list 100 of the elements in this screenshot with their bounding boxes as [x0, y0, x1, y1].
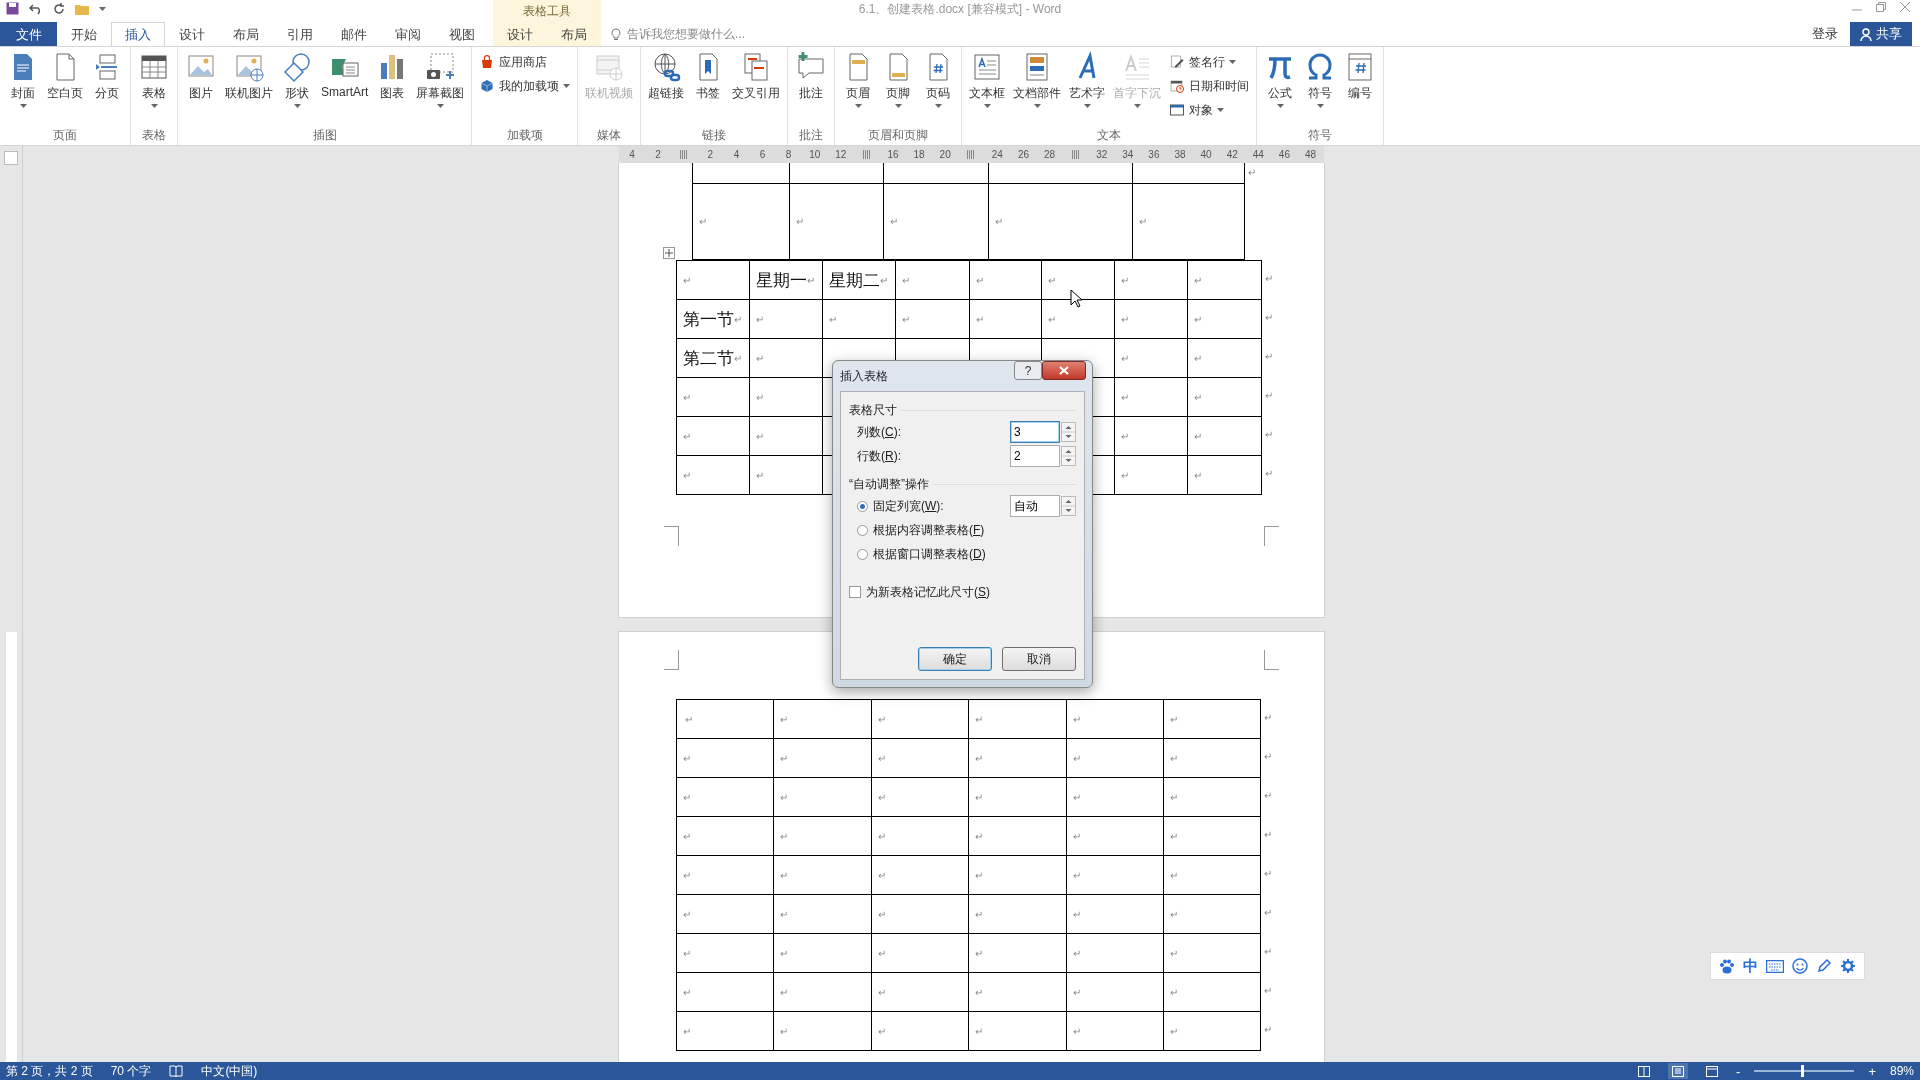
ribbon-button[interactable]: SmartArt [317, 49, 373, 101]
row-end-mark: ↵ [1263, 1023, 1272, 1035]
ribbon-button[interactable]: 形状 [277, 49, 317, 110]
ribbon-button[interactable]: 符号 [1300, 49, 1341, 110]
row-end-mark: ↵ [1263, 984, 1272, 996]
ribbon-button[interactable]: 超链接 [644, 49, 689, 104]
ruler-toggle[interactable] [4, 151, 18, 165]
save-icon[interactable] [6, 2, 19, 15]
ribbon-button[interactable]: 我的加载项 [475, 75, 575, 97]
pen-icon[interactable] [1816, 958, 1832, 974]
ribbon-button[interactable]: 图片 [181, 49, 221, 104]
table-move-handle[interactable] [663, 247, 675, 259]
radio-button[interactable] [857, 500, 868, 512]
zoom-in-button[interactable]: + [1868, 1063, 1876, 1079]
book-icon[interactable] [169, 1065, 184, 1077]
ribbon-button[interactable]: 对象 [1165, 99, 1254, 121]
ribbon-tab[interactable]: 布局 [547, 22, 601, 46]
dialog-button[interactable]: 取消 [1002, 647, 1076, 671]
page-count[interactable]: 第 2 页，共 2 页 [6, 1062, 93, 1080]
row-end-mark: ↵ [1263, 945, 1272, 957]
window-title: 6.1、创建表格.docx [兼容模式] - Word [858, 2, 1062, 16]
spin-buttons[interactable] [1061, 496, 1076, 516]
ribbon-tab[interactable]: 插入 [111, 22, 165, 46]
table-cell: ↵ [1132, 183, 1245, 260]
view-button[interactable] [1668, 1063, 1689, 1079]
dialog-button[interactable]: 确定 [918, 647, 992, 671]
crop-mark [1264, 650, 1279, 670]
group-label: 链接 [702, 127, 727, 144]
group-title: “自动调整”操作 [849, 475, 929, 493]
ribbon-button[interactable]: 空白页 [43, 49, 87, 104]
language-indicator[interactable]: 中文(中国) [201, 1062, 258, 1080]
radio-button[interactable] [857, 524, 868, 536]
ribbon-tab[interactable]: 审阅 [381, 22, 435, 46]
ribbon-button[interactable]: 联机图片 [221, 49, 277, 104]
word-count[interactable]: 70 个字 [110, 1062, 152, 1080]
radio-option[interactable]: 根据内容调整表格(F) [857, 521, 1076, 539]
spin-buttons[interactable] [1061, 446, 1076, 466]
ribbon-button[interactable]: 日期和时间 [1165, 75, 1254, 97]
ribbon-button[interactable]: 页眉 [838, 49, 879, 110]
caret-icon[interactable] [99, 6, 106, 11]
radio-option[interactable]: 固定列宽(W): [857, 497, 1010, 515]
table-cell: ↵ [676, 699, 774, 739]
ribbon-button[interactable]: 页脚 [878, 49, 919, 110]
ribbon-tab[interactable]: 视图 [435, 22, 489, 46]
caret-icon [150, 104, 158, 108]
ribbon-button[interactable]: 编号 [1340, 49, 1381, 104]
ribbon-button[interactable]: 文本框 [965, 49, 1010, 110]
sign-in-link[interactable]: 登录 [1812, 22, 1838, 46]
zoom-percent[interactable]: 89% [1889, 1064, 1914, 1078]
field-label: 行数(R): [857, 447, 902, 465]
redo-icon[interactable] [53, 2, 65, 15]
caret-icon [19, 104, 27, 108]
ribbon-tab[interactable]: 设计 [493, 22, 547, 46]
ribbon-button[interactable]: 表格 [134, 49, 174, 110]
paw-icon[interactable] [1719, 958, 1735, 974]
spin-buttons[interactable] [1061, 422, 1076, 442]
tell-me-field[interactable]: 告诉我您想要做什么... [625, 26, 789, 42]
group-label: 插图 [312, 127, 337, 144]
ribbon-button[interactable]: 屏幕截图 [412, 49, 469, 110]
ribbon-button[interactable]: 艺术字 [1065, 49, 1110, 110]
ribbon-tab[interactable]: 邮件 [327, 22, 381, 46]
zoom-out-button[interactable]: - [1736, 1063, 1741, 1079]
help-button[interactable]: ? [1014, 361, 1042, 380]
number-field[interactable]: 2 [1010, 445, 1060, 467]
radio-option[interactable]: 根据窗口调整表格(D) [857, 545, 1076, 563]
checkbox[interactable] [849, 586, 861, 598]
input-mode-toggle[interactable]: 中 [1743, 956, 1758, 976]
undo-icon[interactable] [29, 2, 43, 15]
keyboard-icon[interactable] [1766, 959, 1784, 973]
ribbon-tab[interactable]: 布局 [219, 22, 273, 46]
ribbon-tab[interactable]: 引用 [273, 22, 327, 46]
ribbon-tab[interactable]: 开始 [57, 22, 111, 46]
restore-icon[interactable] [1876, 2, 1886, 12]
caret-icon [1133, 104, 1141, 108]
group-label: 页眉和页脚 [868, 127, 929, 144]
close-icon[interactable] [1900, 2, 1910, 12]
group-label: 页面 [53, 127, 77, 144]
ribbon-button[interactable]: 批注 [791, 49, 832, 104]
ribbon-button[interactable]: 签名行 [1165, 51, 1254, 73]
share-button[interactable]: 共享 [1850, 22, 1912, 46]
width-field[interactable]: 自动 [1010, 495, 1060, 517]
ribbon-tab[interactable]: 文件 [0, 22, 57, 46]
number-field[interactable]: 3 [1010, 421, 1060, 443]
row-end-mark: ↵ [1263, 906, 1272, 918]
ribbon-button[interactable]: 交叉引用 [728, 49, 785, 104]
ribbon-button[interactable]: 分页 [87, 49, 127, 104]
radio-button[interactable] [857, 548, 868, 560]
ribbon-button[interactable]: 公式 [1260, 49, 1301, 110]
ribbon-button[interactable]: 页码 [918, 49, 959, 110]
ribbon-button[interactable]: 文档部件 [1009, 49, 1066, 110]
ribbon-tab[interactable]: 设计 [165, 22, 219, 46]
settings-icon[interactable] [1840, 958, 1856, 974]
ribbon-button[interactable]: 书签 [688, 49, 729, 104]
ribbon-button[interactable]: 封面 [3, 49, 43, 110]
checkbox-label[interactable]: 为新表格记忆此尺寸(S) [866, 583, 990, 601]
ribbon-button[interactable]: 图表 [372, 49, 413, 104]
group-title: 表格尺寸 [849, 401, 897, 419]
close-button[interactable] [1042, 361, 1086, 380]
ribbon-button[interactable]: 应用商店 [475, 51, 575, 73]
smiley-icon[interactable] [1792, 958, 1808, 974]
